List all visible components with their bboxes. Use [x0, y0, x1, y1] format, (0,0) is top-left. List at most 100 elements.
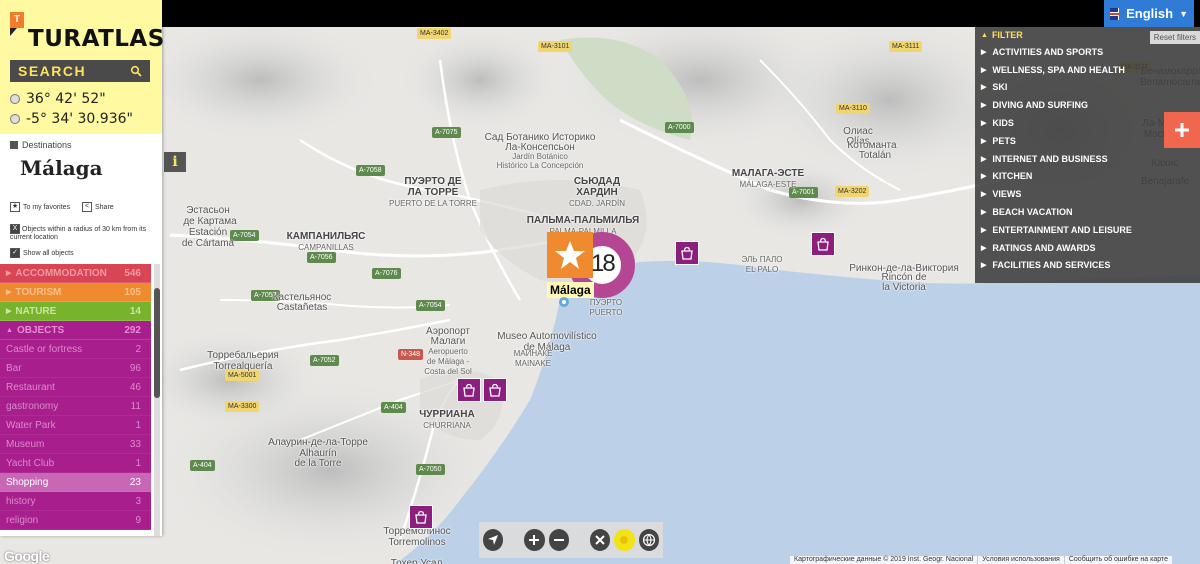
info-button[interactable]: i	[164, 152, 186, 172]
filter-item[interactable]: ▶ VIEWS	[975, 185, 1200, 203]
object-count: 46	[129, 381, 141, 393]
language-selector[interactable]: English ▼	[1104, 0, 1194, 27]
object-item[interactable]: gastronomy 11	[0, 397, 151, 416]
shopping-marker[interactable]	[675, 241, 699, 265]
show-all-checkbox[interactable]: ✓ Show all objects	[10, 248, 74, 258]
filter-item[interactable]: ▶ SKI	[975, 79, 1200, 97]
shopping-marker[interactable]	[483, 378, 507, 402]
triangle-right-icon: ▶	[6, 308, 12, 315]
filter-item[interactable]: ▶ RATINGS AND AWARDS	[975, 239, 1200, 257]
place-label: Costa del Sol	[424, 367, 472, 376]
object-count: 1	[135, 419, 141, 431]
filter-item[interactable]: ▶ BEACH VACATION	[975, 203, 1200, 221]
filter-item-label: ACTIVITIES AND SPORTS	[992, 46, 1104, 57]
filter-item[interactable]: ▶ INTERNET AND BUSINESS	[975, 150, 1200, 168]
object-item[interactable]: Bar 96	[0, 359, 151, 378]
share-label: Share	[95, 203, 114, 211]
triangle-up-icon: ▲	[6, 326, 13, 334]
category-nature[interactable]: ▶ NATURE 14	[0, 302, 151, 321]
minus-icon	[553, 539, 564, 541]
object-label: Shopping	[6, 476, 49, 488]
triangle-right-icon: ▶	[6, 270, 12, 277]
filter-item-label: WELLNESS, SPA AND HEALTH	[992, 64, 1125, 75]
filter-item[interactable]: ▶ KITCHEN	[975, 168, 1200, 186]
filter-header: ▲ FILTER Reset filters	[975, 27, 1200, 44]
filter-item[interactable]: ▶ FACILITIES AND SERVICES	[975, 257, 1200, 275]
share-button[interactable]: < Share	[82, 202, 114, 212]
category-objects[interactable]: ▲ OBJECTS 292	[0, 321, 151, 340]
shopping-marker[interactable]	[811, 232, 835, 256]
triangle-right-icon: ▶	[981, 137, 987, 145]
object-item[interactable]: religion 9	[0, 511, 151, 530]
search-label: SEARCH	[18, 63, 87, 79]
place-label: Torrealquería	[213, 361, 273, 372]
object-item[interactable]: Shopping 23	[0, 473, 151, 492]
road-shield: MA-3202	[835, 186, 870, 197]
road-shield: A-7054	[230, 230, 259, 241]
map-style-button[interactable]	[589, 529, 611, 551]
reset-filters-button[interactable]: Reset filters	[1149, 30, 1200, 44]
place-label: Estación	[188, 227, 228, 238]
object-item[interactable]: Restaurant 46	[0, 378, 151, 397]
triangle-right-icon: ▶	[981, 262, 987, 270]
shopping-bag-icon	[463, 383, 475, 397]
plus-icon	[529, 535, 540, 545]
object-item[interactable]: Yacht Club 1	[0, 454, 151, 473]
place-label: CDAD. JARDÍN	[568, 199, 626, 208]
filter-item-label: FACILITIES AND SERVICES	[992, 260, 1111, 271]
object-item[interactable]: Water Park 1	[0, 416, 151, 435]
place-label: Castañetas	[276, 302, 328, 313]
category-scrollbar[interactable]	[154, 264, 160, 536]
brand-name[interactable]: TURATLAS	[28, 26, 165, 52]
filter-item[interactable]: ▶ ENTERTAINMENT AND LEISURE	[975, 221, 1200, 239]
category-accommodation[interactable]: ▶ ACCOMMODATION 546	[0, 264, 151, 283]
object-item[interactable]: Castle or fortress 2	[0, 340, 151, 359]
road-shield: MA-3110	[836, 103, 870, 114]
filter-item-label: DIVING AND SURFING	[992, 100, 1089, 111]
navigation-arrow-icon	[488, 535, 499, 545]
shopping-bag-icon	[817, 237, 829, 251]
latitude-icon	[10, 94, 20, 104]
plus-icon	[1175, 123, 1189, 137]
place-label: ПУЭРТО ДЕ	[404, 176, 462, 187]
globe-button[interactable]	[638, 529, 659, 551]
scrollbar-thumb[interactable]	[154, 288, 160, 398]
map-layer-button[interactable]	[614, 529, 635, 551]
place-label: Totalán	[858, 150, 892, 161]
city-cluster-marker[interactable]: 18 Málaga	[547, 230, 637, 302]
zoom-out-button[interactable]	[548, 529, 569, 551]
latitude-row: 36° 42' 52"	[10, 90, 106, 108]
category-count: 14	[129, 305, 141, 317]
road-shield: A-404	[381, 402, 406, 413]
search-button[interactable]: SEARCH	[10, 60, 150, 82]
object-count: 96	[129, 362, 141, 374]
triangle-right-icon: ▶	[981, 48, 987, 56]
shopping-bag-icon	[489, 383, 501, 397]
place-label: Алаурин-де-ла-Торре	[268, 437, 368, 448]
place-label: CHURRIANA	[423, 421, 471, 430]
cluster-count: 18	[591, 250, 616, 277]
shopping-marker[interactable]	[409, 505, 433, 529]
favorites-button[interactable]: ★ To my favorites	[10, 202, 70, 212]
filter-item[interactable]: ▶ WELLNESS, SPA AND HEALTH	[975, 61, 1200, 79]
object-item[interactable]: Museum 33	[0, 435, 151, 454]
filter-toggle[interactable]: ▲ FILTER	[981, 30, 1023, 40]
object-label: Yacht Club	[6, 457, 55, 469]
left-panel: T TURATLAS SEARCH 36° 42' 52" -5° 34' 30…	[0, 0, 165, 536]
road-shield: A-7050	[416, 464, 445, 475]
brand-logo-icon: T	[10, 12, 24, 36]
zoom-in-button[interactable]	[524, 529, 545, 551]
object-item[interactable]: history 3	[0, 492, 151, 511]
filter-item[interactable]: ▶ ACTIVITIES AND SPORTS	[975, 43, 1200, 61]
object-label: Restaurant	[6, 381, 55, 393]
place-label: КАМПАНИЛЬЯС	[286, 231, 366, 242]
shopping-marker[interactable]	[457, 378, 481, 402]
place-label: MAINAKE	[514, 359, 552, 368]
category-tourism[interactable]: ▶ TOURISM 105	[0, 283, 151, 302]
attribution-report-link[interactable]: Сообщить об ошибке на карте	[1063, 556, 1172, 564]
locate-button[interactable]	[483, 529, 504, 551]
attribution-terms-link[interactable]: Условия использования	[977, 556, 1064, 564]
add-button[interactable]	[1164, 112, 1200, 148]
filter-items: ▶ ACTIVITIES AND SPORTS ▶ WELLNESS, SPA AND…	[975, 43, 1200, 274]
road-shield: A-7000	[665, 122, 694, 133]
